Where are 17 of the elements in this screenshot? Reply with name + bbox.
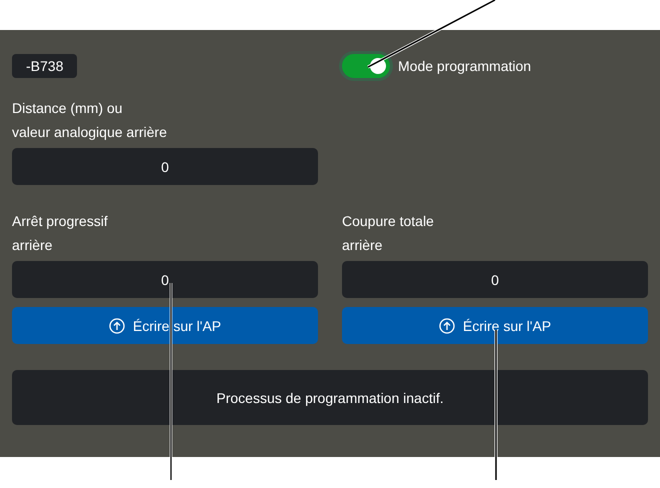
field-label: Arrêt progressif	[12, 212, 109, 231]
value-field[interactable]: 0	[12, 261, 318, 298]
value-field[interactable]: 0	[342, 261, 648, 298]
field-label: arrière	[342, 236, 384, 255]
write-button[interactable]: Écrire sur l'AP	[12, 307, 318, 344]
upload-icon	[438, 318, 455, 334]
field-label: Coupure totale	[342, 212, 435, 231]
field-label: arrière	[12, 236, 54, 255]
field-label: Distance (mm) ou	[12, 99, 124, 118]
write-button[interactable]: Écrire sur l'AP	[342, 307, 648, 344]
upload-icon	[108, 318, 125, 334]
mode-switch[interactable]	[342, 54, 390, 78]
field-label: valeur analogique arrière	[12, 123, 168, 142]
status-message: Processus de programmation inactif.	[12, 370, 648, 425]
distance-field[interactable]: 0	[12, 148, 318, 185]
device-tag: -B738	[12, 54, 78, 78]
switch-label: Mode programmation	[398, 58, 532, 74]
